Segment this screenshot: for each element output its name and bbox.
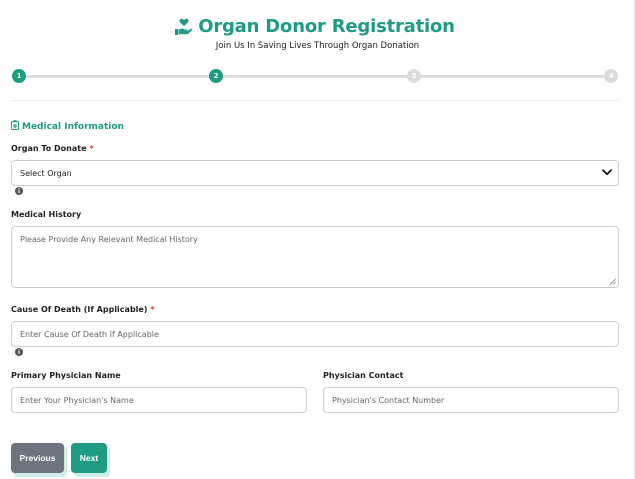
header: Organ Donor Registration Join Us In Savi…: [0, 16, 635, 51]
physician-name-placeholder: Enter Your Physician's Name: [20, 395, 134, 405]
progress-stepper: 1 2 3 4: [12, 69, 618, 83]
info-icon[interactable]: i: [15, 348, 23, 356]
info-icon[interactable]: i: [15, 187, 23, 195]
physician-name-input[interactable]: Enter Your Physician's Name: [11, 387, 307, 413]
required-marker: *: [89, 144, 94, 153]
cause-of-death-input[interactable]: Enter Cause Of Death If Applicable: [11, 321, 619, 347]
section-title-text: Medical Information: [22, 121, 124, 132]
organ-label-text: Organ To Donate: [11, 144, 87, 153]
step-2[interactable]: 2: [209, 69, 223, 83]
organ-select[interactable]: Select Organ: [11, 160, 619, 186]
cause-label-text: Cause Of Death (If Applicable): [11, 305, 148, 314]
hand-heart-icon: [174, 17, 194, 37]
next-button[interactable]: Next: [71, 443, 107, 473]
step-1[interactable]: 1: [12, 69, 26, 83]
page-subtitle: Join Us In Saving Lives Through Organ Do…: [215, 41, 420, 51]
required-marker: *: [150, 305, 155, 314]
registration-card: Organ Donor Registration Join Us In Savi…: [0, 0, 635, 479]
cause-label: Cause Of Death (If Applicable) *: [11, 305, 155, 314]
physician-contact-input[interactable]: Physician's Contact Number: [323, 387, 619, 413]
organ-label: Organ To Donate *: [11, 144, 94, 153]
step-4[interactable]: 4: [604, 69, 618, 83]
medical-history-textarea[interactable]: Please Provide Any Relevant Medical Hist…: [11, 226, 619, 288]
medical-history-placeholder: Please Provide Any Relevant Medical Hist…: [20, 235, 198, 244]
physician-name-label: Primary Physician Name: [11, 371, 121, 380]
history-label: Medical History: [11, 210, 82, 219]
resize-handle-icon[interactable]: [609, 278, 616, 285]
divider: [11, 100, 619, 101]
cause-of-death-placeholder: Enter Cause Of Death If Applicable: [20, 329, 159, 339]
organ-select-value: Select Organ: [20, 168, 72, 178]
section-title: Medical Information: [11, 120, 124, 133]
physician-contact-placeholder: Physician's Contact Number: [332, 395, 445, 405]
title-row: Organ Donor Registration: [0, 16, 635, 37]
physician-contact-label: Physician Contact: [323, 371, 404, 380]
progress-segment-1: [19, 75, 215, 78]
previous-button[interactable]: Previous: [11, 443, 64, 473]
step-3[interactable]: 3: [407, 69, 421, 83]
clipboard-icon: [11, 120, 19, 133]
chevron-down-icon: [602, 168, 612, 178]
page-title: Organ Donor Registration: [198, 16, 455, 37]
